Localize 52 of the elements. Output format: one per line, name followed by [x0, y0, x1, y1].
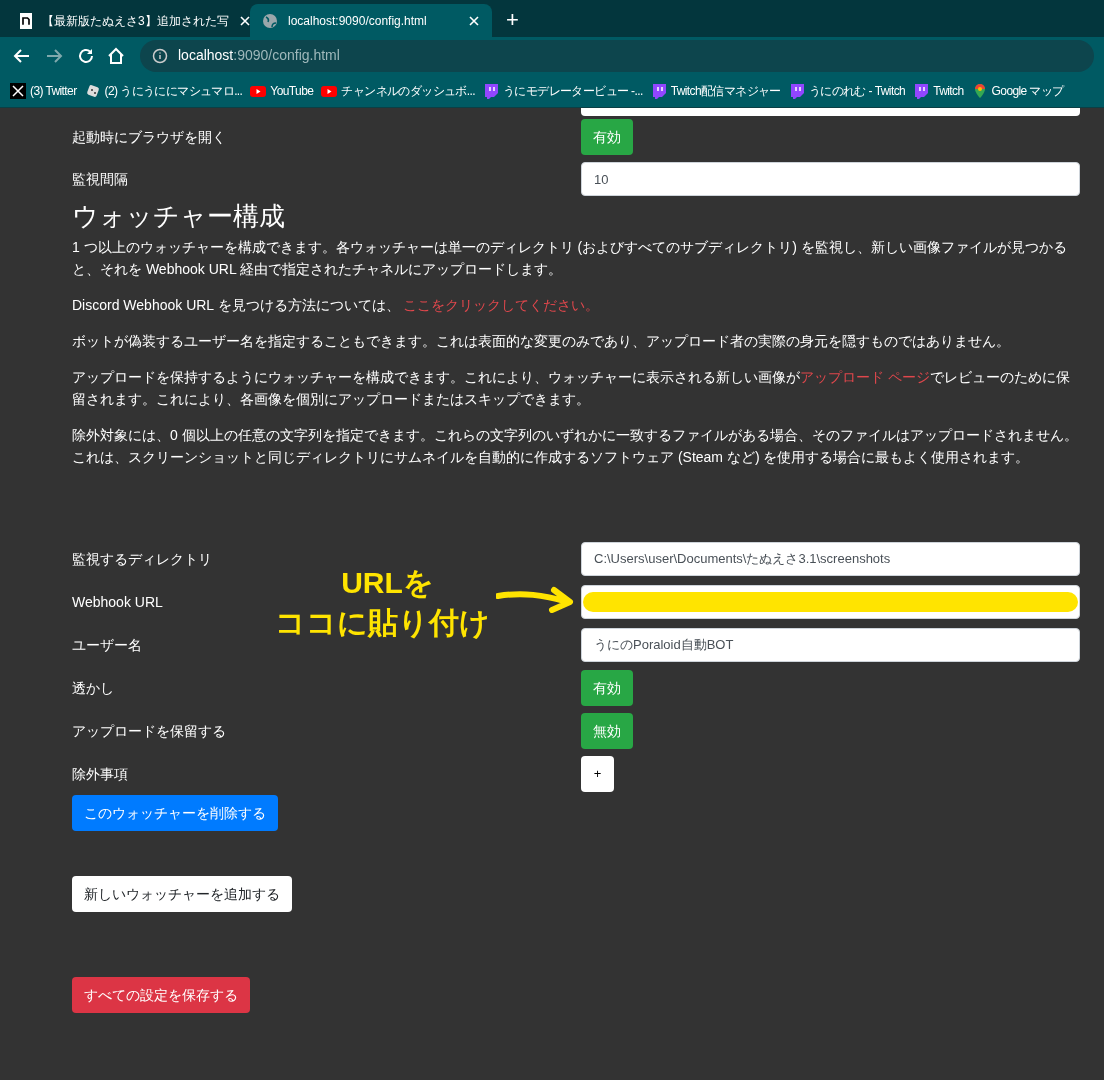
bookmark-link[interactable]: Twitch配信マネジャー: [670, 81, 781, 100]
field-label: 起動時にブラウザを開く: [72, 128, 226, 145]
bookmark-link[interactable]: うにモデレータービュー -...: [502, 81, 643, 100]
paragraph: 1 つ以上のウォッチャーを構成できます。各ウォッチャーは単一のディレクトリ (およびすべてのサブディレクトリ) を監視し、新しい画像ファイルが見つかると、それを Webhook URL 経由で指定されたチャネルにアップロードします。: [72, 238, 1068, 279]
paragraph: 除外対象には、0 個以上の任意の文字列を指定できます。これらの文字列のいずれかに一致するファイルがある場合、そのファイルはアップロードされません。これは、スクリーンショットと同じディレクトリにサムネイルを自動的に作成するソフトウェア (Steam など) を使用する場合に最もよく使用されます。: [72, 426, 1079, 467]
bookmark-link[interactable]: うにのれむ - Twitch: [808, 81, 906, 100]
input-field[interactable]: [581, 585, 1080, 619]
home-icon[interactable]: [106, 45, 126, 66]
note-logo-icon: [20, 12, 32, 29]
input-field[interactable]: [581, 108, 1080, 116]
field-label: 監視間隔: [72, 170, 128, 187]
info-icon[interactable]: [152, 47, 168, 64]
bookmark-link[interactable]: (3) Twitter: [30, 81, 77, 100]
tab-title: 【最新版たぬえさ3】追加された写: [42, 12, 229, 30]
paragraph: アップロードを保持するようにウォッチャーを構成できます。これにより、ウォッチャーに表示される新しい画像がアップロード ページでレビューのために保留されます。これにより、各画像を個別にアップロードまたはスキップできます。: [72, 368, 1071, 409]
handwritten-note: ココに貼り付け: [275, 605, 490, 641]
bookmark-link[interactable]: YouTube: [270, 81, 314, 100]
bookmark-link[interactable]: Google マップ: [991, 81, 1064, 100]
input-field[interactable]: 10: [581, 162, 1080, 196]
input-field[interactable]: C:\Users\user\Documents\たぬえさ3.1\screenshots: [581, 542, 1080, 576]
field-label: Webhook URL: [72, 593, 163, 610]
x-logo-icon: [10, 82, 26, 99]
add-exclusion-button[interactable]: +: [581, 756, 614, 792]
address-bar[interactable]: localhost:9090/config.html: [140, 39, 1094, 72]
bookmark-link[interactable]: チャンネルのダッシュボ...: [341, 81, 475, 100]
field-label: アップロードを保留する: [72, 722, 226, 739]
input-field[interactable]: うにのPoraloid自動BOT: [581, 628, 1080, 662]
tab-title: localhost:9090/config.html: [288, 12, 428, 30]
section-heading: ウォッチャー構成: [72, 200, 286, 232]
add-watcher-button[interactable]: 新しいウォッチャーを追加する: [72, 876, 292, 912]
field-label: 監視するディレクトリ: [72, 550, 212, 567]
browser-tab[interactable]: 【最新版たぬえさ3】追加された写: [8, 4, 250, 37]
close-icon[interactable]: [238, 14, 251, 27]
close-icon[interactable]: [468, 14, 480, 27]
chat-bubble-icon: [650, 82, 667, 99]
chat-bubble-icon: [788, 82, 805, 99]
new-tab-button[interactable]: +: [502, 9, 523, 31]
field-label: 除外事項: [72, 765, 128, 782]
delete-watcher-button[interactable]: このウォッチャーを削除する: [72, 795, 278, 831]
bookmark-link[interactable]: Twitch: [933, 81, 964, 100]
field-label: 透かし: [72, 679, 114, 696]
url-text: localhost:9090/config.html: [178, 46, 340, 65]
field-label: ユーザー名: [72, 636, 142, 653]
globe-icon: [262, 12, 278, 29]
chat-bubble-icon: [913, 82, 930, 99]
bookmark-link[interactable]: (2) うにうににマシュマロ...: [104, 81, 243, 100]
browser-tab[interactable]: localhost:9090/config.html: [250, 4, 492, 37]
save-settings-button[interactable]: すべての設定を保存する: [72, 977, 250, 1013]
handwritten-note: URLを: [341, 565, 434, 601]
paragraph: Discord Webhook URL を見つける方法については、 ここをクリックしてください。: [72, 296, 601, 315]
chat-bubble-icon: [482, 82, 499, 99]
paragraph: ボットが偽装するユーザー名を指定することもできます。これは表面的な変更のみであり、アップロード者の実際の身元を隠すものではありません。: [72, 332, 1011, 351]
